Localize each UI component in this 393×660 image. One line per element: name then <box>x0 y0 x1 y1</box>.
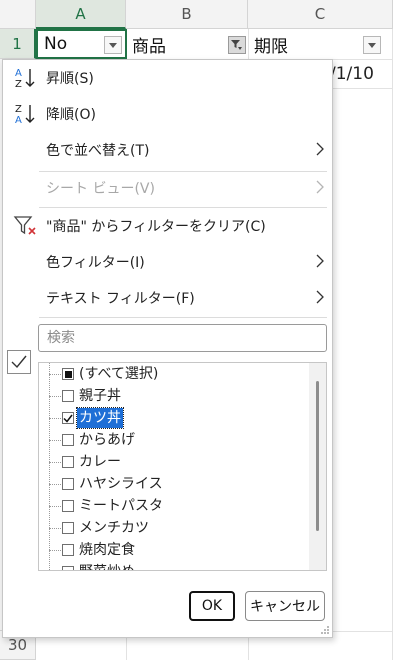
menu-sheet-view-label: シート ビュー(V) <box>46 181 155 197</box>
tree-connector <box>49 396 61 397</box>
filter-dropdown-b-active[interactable] <box>228 36 246 54</box>
list-item[interactable]: カレー <box>39 451 309 473</box>
list-item-checkbox[interactable] <box>62 456 74 468</box>
tree-connector <box>49 484 61 485</box>
cell-c1-text: 期限 <box>254 36 288 57</box>
list-item-label: ハヤシライス <box>79 476 163 492</box>
filter-dropdown-c[interactable] <box>363 36 381 54</box>
cancel-button[interactable]: キャンセル <box>245 591 325 621</box>
menu-color-filter[interactable]: 色フィルター(I) <box>3 244 332 280</box>
list-scrollbar[interactable] <box>309 363 326 570</box>
autofilter-menu: A Z 昇順(S) Z A 降順(O) 色で並べ替え(T) シート ビュー(V)… <box>2 59 333 638</box>
list-item-label: メンチカツ <box>79 520 149 536</box>
resize-grip-icon[interactable] <box>321 626 329 634</box>
list-item-checkbox[interactable] <box>62 390 74 402</box>
menu-text-filter-label: テキスト フィルター(F) <box>46 291 195 307</box>
tree-connector <box>49 440 61 441</box>
svg-text:Z: Z <box>15 79 22 90</box>
svg-text:Z: Z <box>15 104 22 115</box>
svg-text:A: A <box>15 68 22 79</box>
list-item-checkbox[interactable] <box>62 412 74 424</box>
list-item-checkbox[interactable] <box>62 500 74 512</box>
tree-connector <box>49 462 61 463</box>
tree-connector <box>49 550 61 551</box>
clear-filter-icon <box>13 216 36 235</box>
sort-descending-icon: Z A <box>15 104 35 126</box>
column-header-a[interactable]: A <box>36 0 126 29</box>
list-item-label: 焼肉定食 <box>79 542 135 558</box>
list-item[interactable]: からあげ <box>39 429 309 451</box>
menu-sort-ascending-label: 昇順(S) <box>46 71 94 87</box>
menu-sort-by-color-label: 色で並べ替え(T) <box>46 143 150 159</box>
list-item[interactable]: (すべて選択) <box>39 363 309 385</box>
list-item[interactable]: メンチカツ <box>39 517 309 539</box>
list-item-label: 親子丼 <box>79 388 121 404</box>
partial-check-indicator <box>64 370 72 378</box>
list-item[interactable]: ハヤシライス <box>39 473 309 495</box>
list-item-checkbox[interactable] <box>62 434 74 446</box>
chevron-right-icon <box>316 180 324 194</box>
list-item-checkbox[interactable] <box>62 566 74 570</box>
checkmark-icon <box>11 355 27 369</box>
tree-connector <box>49 528 61 529</box>
list-item-label: からあげ <box>79 432 135 448</box>
chevron-down-icon <box>368 42 376 48</box>
list-item[interactable]: カツ丼 <box>39 407 309 429</box>
list-item[interactable]: 焼肉定食 <box>39 539 309 561</box>
chevron-right-icon <box>316 290 324 304</box>
list-item[interactable]: 野菜炒め <box>39 561 309 570</box>
chevron-right-icon <box>316 142 324 156</box>
column-header-b[interactable]: B <box>126 0 248 29</box>
menu-sort-by-color[interactable]: 色で並べ替え(T) <box>3 132 332 168</box>
column-header-c[interactable]: C <box>248 0 393 29</box>
ok-button[interactable]: OK <box>189 591 235 621</box>
list-item-checkbox[interactable] <box>62 368 74 380</box>
list-item-label: カレー <box>79 454 121 470</box>
search-input[interactable] <box>39 325 326 351</box>
filter-dropdown-a[interactable] <box>104 36 122 54</box>
list-item-checkbox[interactable] <box>62 522 74 534</box>
list-item[interactable]: ミートパスタ <box>39 495 309 517</box>
values-check-indicator <box>7 350 31 374</box>
filter-applied-icon <box>231 39 242 50</box>
list-scrollbar-thumb[interactable] <box>316 381 319 531</box>
chevron-down-icon <box>109 42 117 48</box>
list-item-label: (すべて選択) <box>79 366 159 382</box>
row-header-1[interactable]: 1 <box>0 29 36 59</box>
list-item-label: ミートパスタ <box>79 498 163 514</box>
sort-ascending-icon: A Z <box>15 68 35 90</box>
menu-separator <box>39 317 327 318</box>
menu-sort-ascending[interactable]: A Z 昇順(S) <box>3 60 332 96</box>
tree-connector <box>49 418 61 419</box>
menu-text-filter[interactable]: テキスト フィルター(F) <box>3 280 332 316</box>
tree-connector <box>49 506 61 507</box>
list-item-label: カツ丼 <box>76 407 124 429</box>
filter-values-list[interactable]: (すべて選択) 親子丼カツ丼からあげカレーハヤシライス ミートパスタ メンチカツ焼肉定… <box>38 362 327 571</box>
cell-b1-text: 商品 <box>132 36 166 57</box>
list-item-checkbox[interactable] <box>62 544 74 556</box>
svg-text:A: A <box>15 115 22 126</box>
menu-clear-filter[interactable]: "商品" からフィルターをクリア(C) <box>3 208 332 244</box>
search-box[interactable] <box>38 324 327 352</box>
list-item[interactable]: 親子丼 <box>39 385 309 407</box>
list-item-checkbox[interactable] <box>62 478 74 490</box>
menu-sort-descending[interactable]: Z A 降順(O) <box>3 96 332 132</box>
menu-color-filter-label: 色フィルター(I) <box>46 255 145 271</box>
cell-a1-text: No <box>44 34 68 54</box>
list-item-label: 野菜炒め <box>77 562 137 570</box>
menu-sort-descending-label: 降順(O) <box>46 107 96 123</box>
menu-clear-filter-label: "商品" からフィルターをクリア(C) <box>46 219 266 235</box>
cell-c2-partial[interactable]: /1/10 <box>330 60 374 88</box>
menu-sheet-view: シート ビュー(V) <box>3 170 332 206</box>
tree-connector <box>49 374 61 375</box>
checkmark-icon <box>63 414 73 423</box>
select-all-corner[interactable] <box>0 0 36 29</box>
chevron-right-icon <box>316 254 324 268</box>
